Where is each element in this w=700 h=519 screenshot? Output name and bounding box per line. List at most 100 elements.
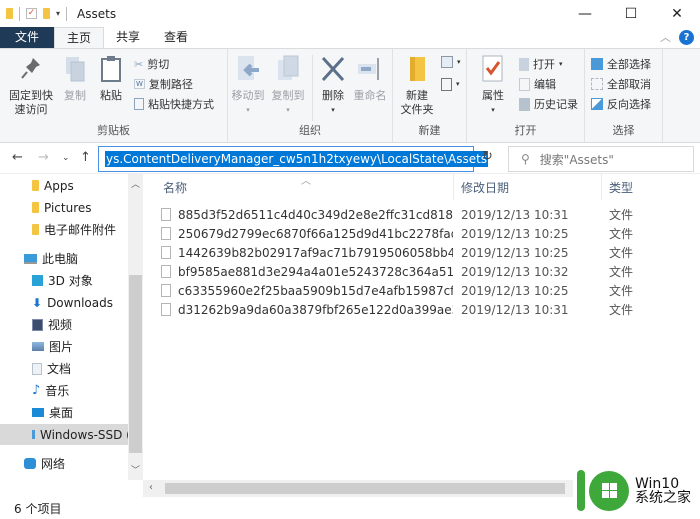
sidebar-item-label: 桌面 <box>49 406 74 420</box>
easy-access-button[interactable]: ▾ <box>441 75 460 93</box>
clipboard-group-label: 剪贴板 <box>97 124 130 137</box>
file-row[interactable]: 250679d2799ec6870f66a125d9d41bc2278fada0… <box>161 224 681 243</box>
collapse-ribbon-icon[interactable]: ︿ <box>660 29 671 45</box>
sidebar-item-desktop[interactable]: 桌面 <box>32 402 73 423</box>
file-row[interactable]: c63355960e2f25baa5909b15d7e4afb15987cf96… <box>161 281 681 300</box>
sidebar-item-label: 此电脑 <box>42 252 79 266</box>
edit-button[interactable]: 编辑 <box>519 75 556 93</box>
forward-button[interactable]: → <box>38 150 49 165</box>
watermark-logo: Win10 系统之家 <box>577 470 691 511</box>
address-dropdown-icon[interactable]: ⌄ <box>459 152 467 162</box>
file-type: 文件 <box>609 265 634 279</box>
music-icon: ♪ <box>32 383 41 398</box>
new-item-button[interactable]: ▾ <box>441 53 461 71</box>
scrollbar-thumb[interactable] <box>165 483 565 494</box>
search-icon: ⚲ <box>521 152 530 166</box>
sidebar-item-pictures-folder[interactable]: Pictures <box>32 197 92 218</box>
file-list: ︿ 名称 修改日期 类型 885d3f52d6511c4d40c349d2e8e… <box>143 174 700 480</box>
sidebar-item-apps[interactable]: Apps <box>32 175 74 196</box>
file-row[interactable]: d31262b9a9da60a3879fbf265e122d0a399ae3b6… <box>161 300 681 319</box>
column-header-name[interactable]: 名称 <box>163 179 187 196</box>
sidebar-item-videos[interactable]: 视频 <box>32 314 72 335</box>
sidebar-item-documents[interactable]: 文档 <box>32 358 71 379</box>
address-text[interactable]: ys.ContentDeliveryManager_cw5n1h2txyewy\… <box>105 151 489 167</box>
sidebar-scrollbar[interactable]: ︿ ﹀ <box>128 174 143 480</box>
file-row[interactable]: bf9585ae881d3e294a4a01e5243728c364a510d3… <box>161 262 681 281</box>
scroll-up-icon[interactable]: ︿ <box>128 177 143 192</box>
refresh-icon[interactable]: ↻ <box>482 149 493 164</box>
file-icon <box>161 303 171 316</box>
minimize-button[interactable]: — <box>562 0 608 27</box>
3d-objects-icon <box>32 275 43 286</box>
sidebar-item-music[interactable]: ♪ 音乐 <box>32 380 69 401</box>
recent-locations-button[interactable]: ⌄ <box>62 153 70 163</box>
copy-to-button[interactable]: 复制到 ▾ <box>270 53 306 117</box>
file-modified: 2019/12/13 10:31 <box>461 207 569 222</box>
new-folder-button[interactable]: 新建 文件夹 <box>397 53 437 117</box>
ribbon: 固定到快 速访问 复制 粘贴 ✂ 剪切 W 复制路径 粘贴快捷方式 剪贴板 移动… <box>0 48 700 143</box>
file-row[interactable]: 1442639b82b02917af9ac71b7919506058bb4fac… <box>161 243 681 262</box>
select-none-button[interactable]: 全部取消 <box>591 75 651 93</box>
sidebar-item-windows-ssd[interactable]: Windows-SSD ( <box>0 424 128 445</box>
new-group-label: 新建 <box>418 124 441 137</box>
logo-circle <box>589 470 629 511</box>
copy-button[interactable]: 复制 <box>60 53 90 103</box>
pin-icon <box>21 58 40 79</box>
sidebar-item-pictures[interactable]: 图片 <box>32 336 73 357</box>
scroll-left-icon[interactable]: ‹ <box>149 482 153 493</box>
sidebar-item-this-pc[interactable]: 此电脑 <box>24 248 78 269</box>
search-input[interactable]: ⚲ 搜索"Assets" <box>508 146 694 172</box>
sidebar-item-3d-objects[interactable]: 3D 对象 <box>32 270 93 291</box>
column-header-modified[interactable]: 修改日期 <box>461 179 509 196</box>
tab-share[interactable]: 共享 <box>104 27 152 48</box>
easy-access-icon <box>441 77 452 91</box>
properties-quick-icon[interactable]: ✓ <box>26 8 37 19</box>
tab-file[interactable]: 文件 <box>0 27 55 48</box>
customize-quick-access-icon[interactable]: ▾ <box>56 9 60 18</box>
column-divider[interactable] <box>601 174 602 200</box>
maximize-button[interactable]: ☐ <box>608 0 654 27</box>
open-button[interactable]: 打开 ▾ <box>519 55 563 73</box>
sidebar-item-label: 视频 <box>48 318 73 332</box>
sidebar-item-downloads[interactable]: ⬇ Downloads <box>32 292 113 313</box>
dropdown-icon: ▾ <box>457 58 461 66</box>
copy-path-icon: W <box>134 79 145 89</box>
shortcut-icon <box>134 98 144 110</box>
file-type: 文件 <box>609 303 634 317</box>
title-bar: ✓ ▾ Assets — ☐ ✕ <box>0 0 700 27</box>
select-all-button[interactable]: 全部选择 <box>591 55 651 73</box>
new-folder-quick-icon[interactable] <box>43 8 50 19</box>
copy-path-button[interactable]: W 复制路径 <box>134 75 193 93</box>
watermark-line1: Win10 <box>635 475 680 492</box>
column-divider[interactable] <box>453 174 454 200</box>
history-button[interactable]: 历史记录 <box>519 95 578 113</box>
close-button[interactable]: ✕ <box>654 0 700 27</box>
tab-home[interactable]: 主页 <box>54 27 105 48</box>
pin-to-quick-access-button[interactable]: 固定到快 速访问 <box>4 53 58 117</box>
file-row[interactable]: 885d3f52d6511c4d40c349d2e8e2ffc31cd818a4… <box>161 205 681 224</box>
delete-button[interactable]: 删除 ▾ <box>318 53 348 117</box>
file-icon <box>161 246 171 259</box>
sidebar-item-network[interactable]: 网络 <box>24 453 65 474</box>
column-header-type[interactable]: 类型 <box>609 179 633 196</box>
invert-selection-button[interactable]: 反向选择 <box>591 95 651 113</box>
move-to-button[interactable]: 移动到 ▾ <box>230 53 266 117</box>
sidebar-item-email-attachments[interactable]: 电子邮件附件 <box>32 219 116 240</box>
up-button[interactable]: ↑ <box>80 150 91 165</box>
properties-button[interactable]: 属性 ▾ <box>475 53 511 117</box>
back-button[interactable]: ← <box>12 150 23 165</box>
horizontal-scrollbar[interactable]: ‹ <box>143 480 573 497</box>
rename-button[interactable]: 重命名 <box>352 53 388 103</box>
move-to-label: 移动到 <box>231 89 265 102</box>
tab-view[interactable]: 查看 <box>152 27 200 48</box>
scrollbar-thumb[interactable] <box>129 275 142 453</box>
help-icon[interactable]: ? <box>679 29 694 45</box>
scroll-down-icon[interactable]: ﹀ <box>128 463 143 478</box>
file-icon <box>161 208 171 221</box>
cut-button[interactable]: ✂ 剪切 <box>134 55 169 73</box>
new-group: 新建 文件夹 ▾ ▾ 新建 <box>393 49 467 142</box>
address-bar[interactable]: ys.ContentDeliveryManager_cw5n1h2txyewy\… <box>98 146 489 172</box>
paste-button[interactable]: 粘贴 <box>96 53 126 103</box>
paste-shortcut-button[interactable]: 粘贴快捷方式 <box>134 95 214 113</box>
select-group-label: 选择 <box>612 124 635 137</box>
